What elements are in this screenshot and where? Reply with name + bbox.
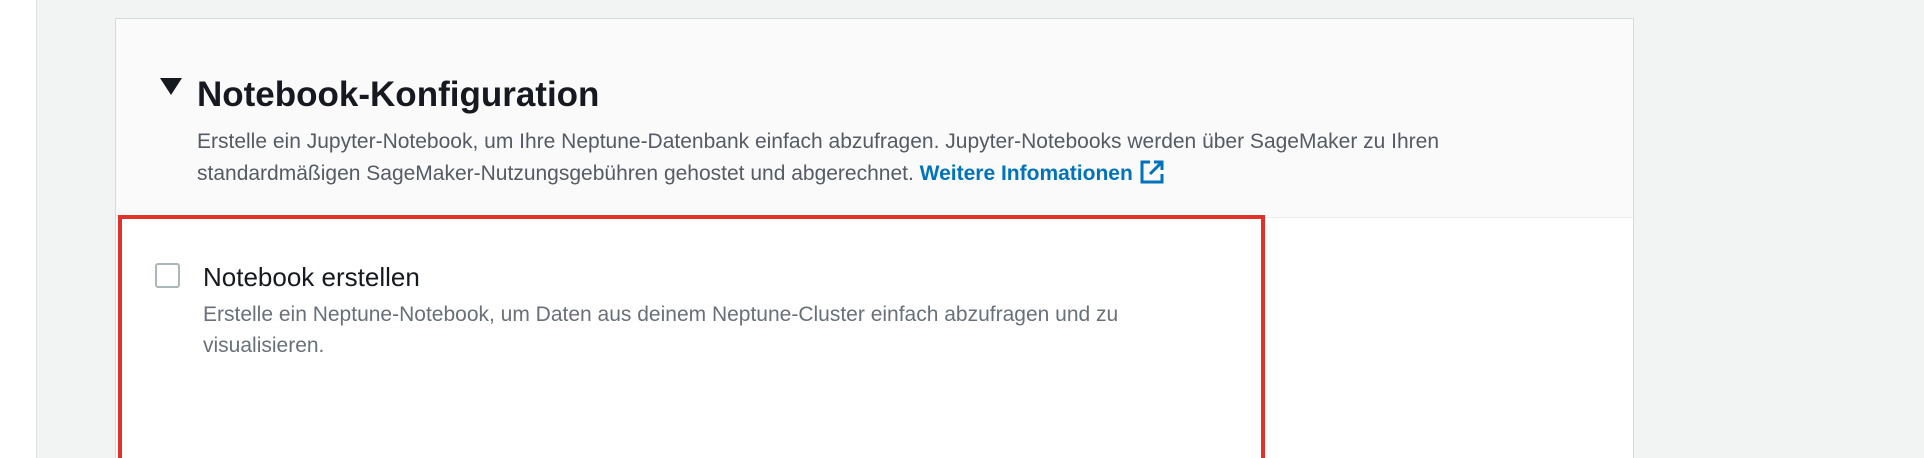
create-notebook-checkbox[interactable]	[155, 263, 180, 288]
caret-down-icon[interactable]	[156, 71, 186, 101]
panel-title: Notebook-Konfiguration	[197, 75, 600, 114]
left-navigation-strip	[0, 0, 37, 458]
learn-more-link[interactable]: Weitere Infomationen	[919, 160, 1165, 185]
page: Notebook-Konfiguration Erstelle ein Jupy…	[0, 0, 1924, 458]
create-notebook-label[interactable]: Notebook erstellen	[203, 262, 420, 292]
panel-header: Notebook-Konfiguration Erstelle ein Jupy…	[116, 19, 1633, 218]
panel-description-text: Erstelle ein Jupyter-Notebook, um Ihre N…	[197, 130, 1440, 185]
external-link-icon	[1139, 159, 1165, 195]
learn-more-label: Weitere Infomationen	[919, 162, 1133, 185]
panel-description: Erstelle ein Jupyter-Notebook, um Ihre N…	[197, 126, 1587, 195]
create-notebook-description: Erstelle ein Neptune-Notebook, um Daten …	[203, 303, 1119, 357]
